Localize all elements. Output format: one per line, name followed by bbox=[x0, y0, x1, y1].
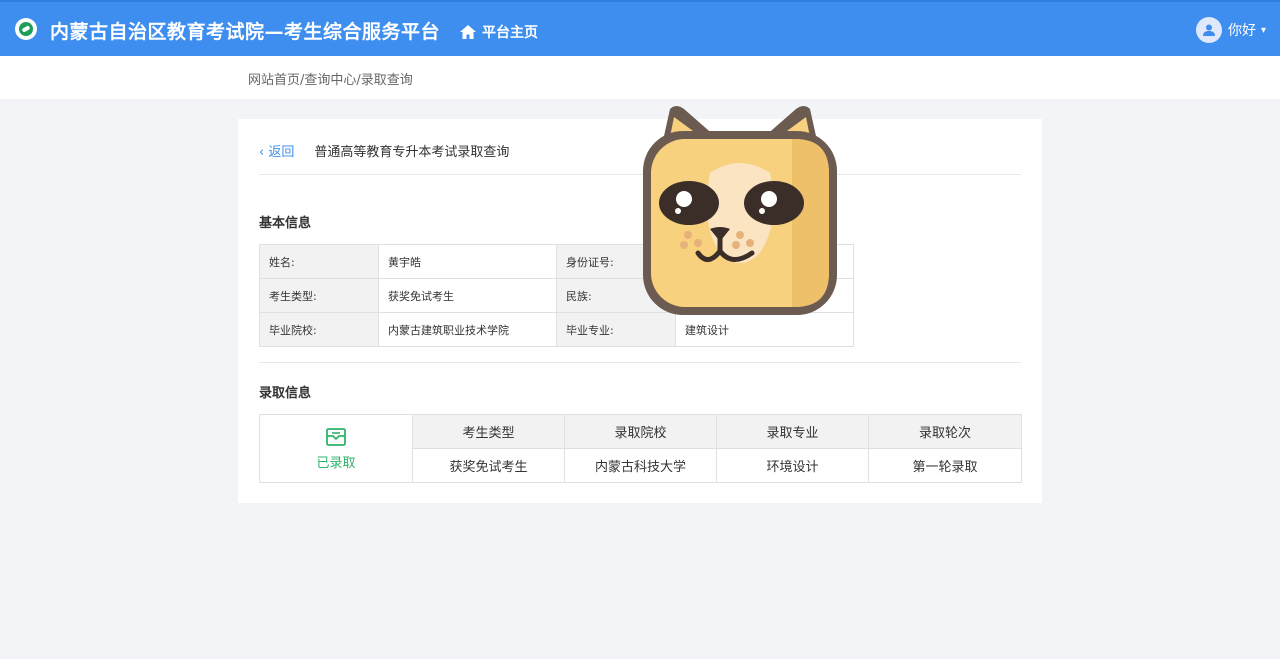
home-nav-link[interactable]: 平台主页 bbox=[460, 22, 538, 42]
user-avatar-icon bbox=[1195, 17, 1222, 43]
admission-info-title: 录取信息 bbox=[259, 386, 312, 401]
col-admission-round: 录取轮次 bbox=[868, 414, 1022, 449]
home-nav-label: 平台主页 bbox=[482, 25, 538, 41]
section-divider bbox=[259, 362, 1021, 363]
admit-round: 第一轮录取 bbox=[868, 448, 1022, 483]
admit-candidate-type: 获奖免试考生 bbox=[412, 448, 565, 483]
table-header-row: 已录取 考生类型 录取院校 录取专业 录取轮次 bbox=[259, 414, 1022, 483]
name-label: 姓名: bbox=[259, 244, 379, 279]
page-title: 普通高等教育专升本考试录取查询 bbox=[314, 145, 510, 160]
admission-status-cell: 已录取 bbox=[259, 414, 413, 483]
col-admitted-major: 录取专业 bbox=[716, 414, 869, 449]
col-admitted-school: 录取院校 bbox=[564, 414, 717, 449]
graduate-school-label: 毕业院校: bbox=[259, 312, 379, 347]
col-candidate-type: 考生类型 bbox=[412, 414, 565, 449]
mail-open-icon bbox=[326, 427, 346, 446]
candidate-type-label: 考生类型: bbox=[259, 278, 379, 313]
user-greeting: 你好 bbox=[1227, 23, 1256, 39]
breadcrumb-bar: 网站首页/查询中心/录取查询 bbox=[0, 56, 1280, 99]
chevron-down-icon: ▾ bbox=[1260, 24, 1266, 36]
name-value: 黄宇皓 bbox=[378, 244, 557, 279]
admission-info-table: 已录取 考生类型 录取院校 录取专业 录取轮次 获奖免试考生 内蒙古科技大学 环… bbox=[259, 414, 1022, 483]
user-menu[interactable]: 你好 ▾ bbox=[1195, 17, 1266, 43]
breadcrumb: 网站首页/查询中心/录取查询 bbox=[248, 73, 413, 88]
chevron-left-icon: ‹ bbox=[259, 145, 269, 160]
home-icon bbox=[460, 25, 476, 39]
graduate-school-value: 内蒙古建筑职业技术学院 bbox=[378, 312, 557, 347]
admit-major: 环境设计 bbox=[716, 448, 869, 483]
back-button[interactable]: ‹ 返回 bbox=[259, 141, 294, 160]
site-title: 内蒙古自治区教育考试院—考生综合服务平台 bbox=[50, 21, 441, 43]
cat-sticker bbox=[643, 106, 837, 315]
candidate-type-value: 获奖免试考生 bbox=[378, 278, 557, 313]
admit-school: 内蒙古科技大学 bbox=[564, 448, 717, 483]
site-logo-icon bbox=[15, 18, 37, 40]
admission-status: 已录取 bbox=[316, 455, 356, 471]
basic-info-title: 基本信息 bbox=[259, 216, 312, 231]
top-bar: 内蒙古自治区教育考试院—考生综合服务平台 平台主页 你好 ▾ bbox=[0, 0, 1280, 56]
